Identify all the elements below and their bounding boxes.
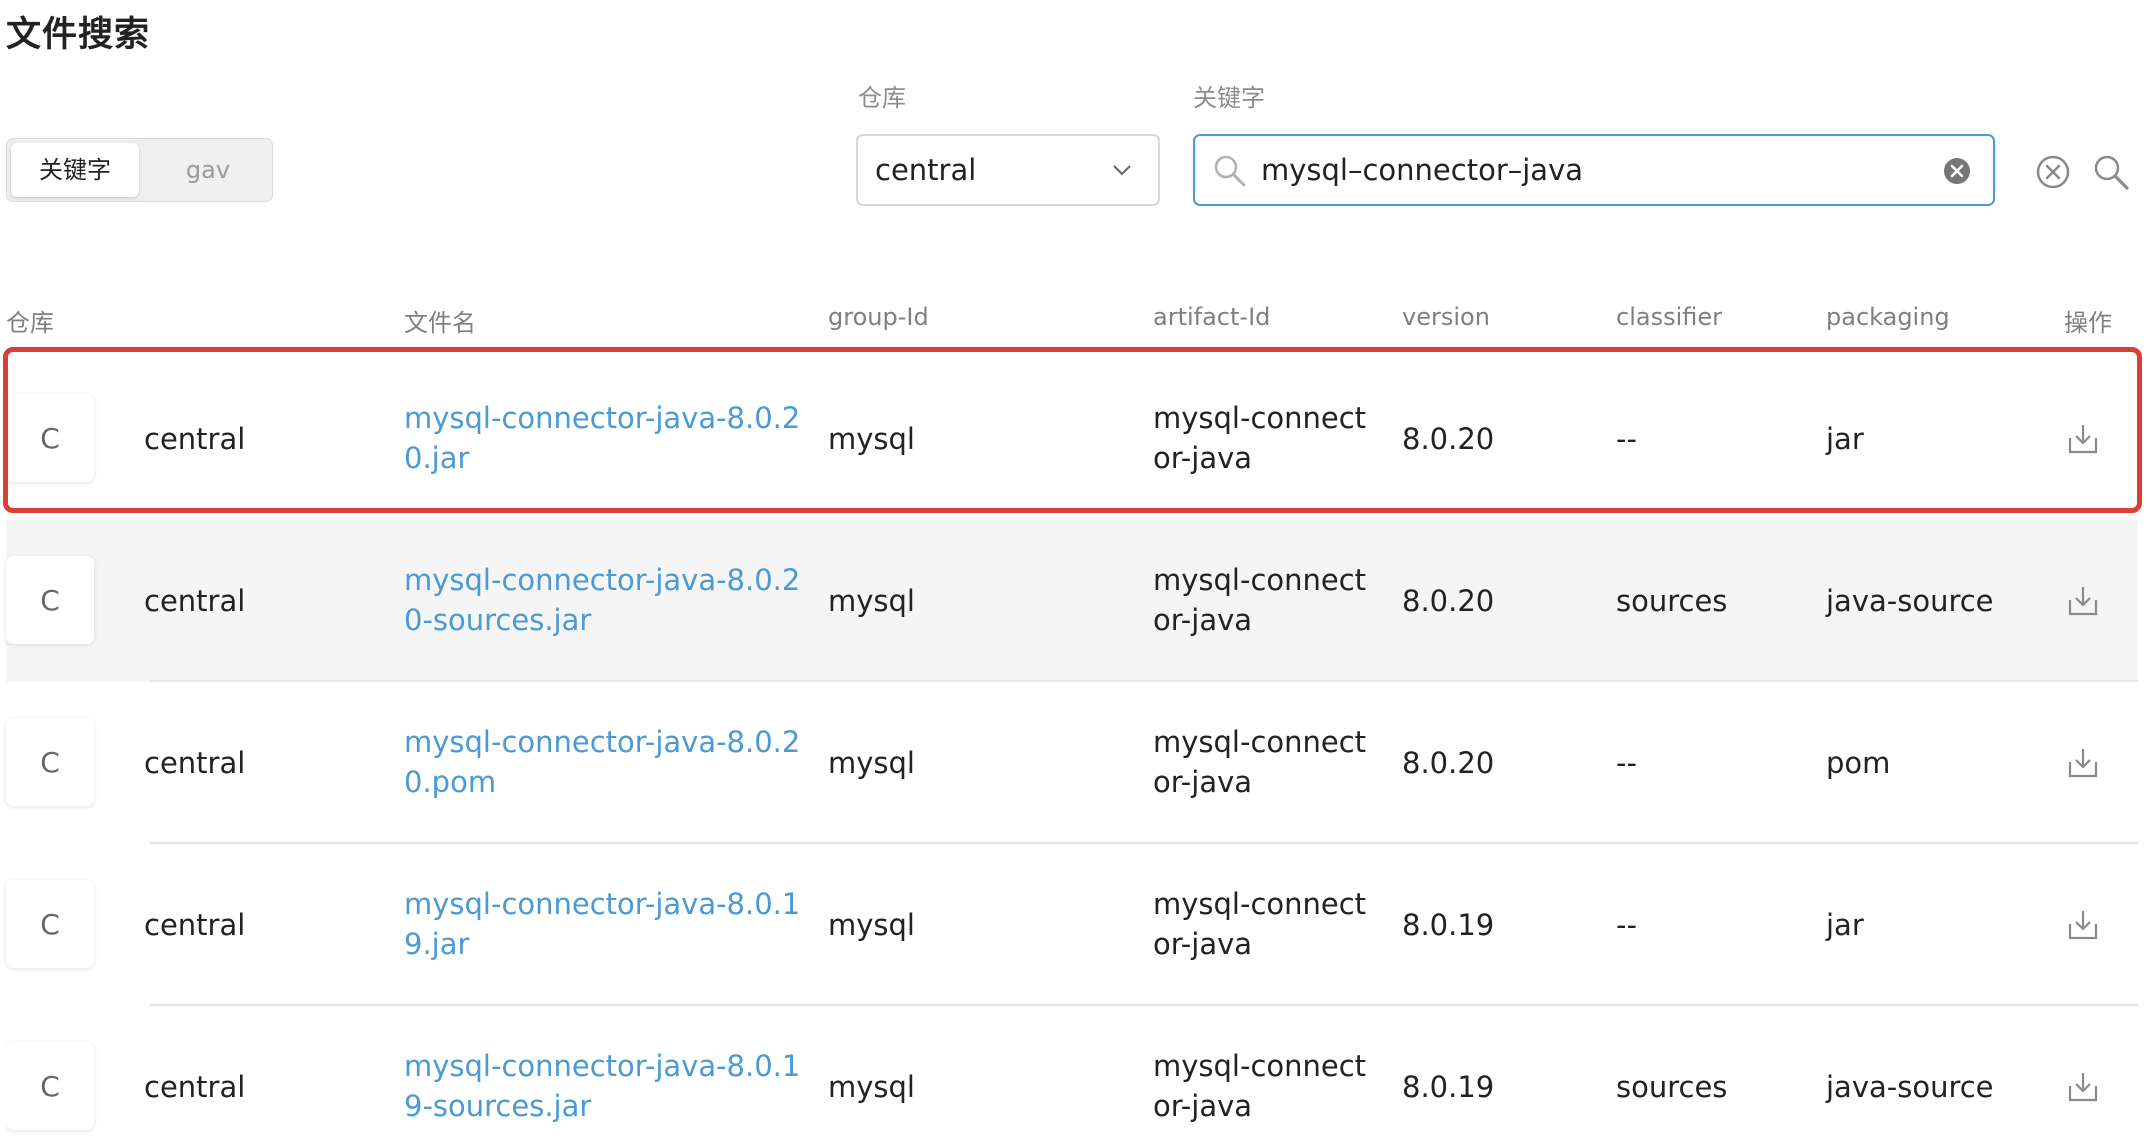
- filename-link[interactable]: mysql-connector-java-8.0.2 0.jar: [404, 398, 800, 478]
- filename-line: 0.pom: [404, 765, 497, 799]
- repo-badge: C: [6, 718, 94, 806]
- artifact-line: or-java: [1153, 927, 1253, 961]
- version-cell: 8.0.20: [1402, 422, 1495, 456]
- artifact-line: or-java: [1153, 765, 1253, 799]
- filename-line: 0.jar: [404, 441, 470, 475]
- filename-link[interactable]: mysql-connector-java-8.0.2 0.pom: [404, 722, 800, 802]
- artifact-id-cell: mysql-connect or-java: [1153, 722, 1366, 802]
- filename-line: mysql-connector-java-8.0.1: [404, 1049, 801, 1083]
- filename-line: mysql-connector-java-8.0.2: [404, 401, 801, 435]
- filename-line: 9.jar: [404, 927, 470, 961]
- artifact-line: or-java: [1153, 603, 1253, 637]
- page-title: 文件搜索: [6, 15, 151, 55]
- search-icon[interactable]: [2092, 153, 2130, 191]
- mode-gav-tab[interactable]: gav: [147, 143, 269, 197]
- circle-close-icon[interactable]: [2034, 153, 2072, 191]
- mode-keyword-tab[interactable]: 关键字: [11, 143, 139, 197]
- filename-line: 0-sources.jar: [404, 603, 592, 637]
- artifact-line: mysql-connect: [1153, 401, 1367, 435]
- filename-line: mysql-connector-java-8.0.2: [404, 563, 801, 597]
- download-icon[interactable]: [2066, 422, 2100, 456]
- filename-link[interactable]: mysql-connector-java-8.0.1 9.jar: [404, 884, 800, 964]
- repo-select-value: central: [875, 153, 977, 187]
- version-cell: 8.0.19: [1402, 908, 1495, 942]
- artifact-line: mysql-connect: [1153, 887, 1367, 921]
- download-icon[interactable]: [2066, 584, 2100, 618]
- header-artifact-id: artifact-Id: [1153, 303, 1271, 331]
- artifact-line: mysql-connect: [1153, 1049, 1367, 1083]
- classifier-cell: sources: [1616, 584, 1728, 618]
- artifact-line: mysql-connect: [1153, 725, 1367, 759]
- repo-badge: C: [6, 556, 94, 644]
- filename-link[interactable]: mysql-connector-java-8.0.1 9-sources.jar: [404, 1046, 800, 1126]
- repo-cell: central: [144, 746, 246, 780]
- repo-badge: C: [6, 880, 94, 968]
- repo-badge: C: [6, 394, 94, 482]
- header-group-id: group-Id: [828, 303, 929, 331]
- table-row[interactable]: C central mysql-connector-java-8.0.2 0.p…: [6, 682, 2138, 844]
- download-icon[interactable]: [2066, 908, 2100, 942]
- artifact-line: or-java: [1153, 1089, 1253, 1123]
- keyword-label: 关键字: [1193, 84, 1265, 112]
- packaging-cell: java-source: [1826, 1070, 1994, 1104]
- classifier-cell: --: [1616, 422, 1637, 456]
- artifact-id-cell: mysql-connect or-java: [1153, 560, 1366, 640]
- filename-link[interactable]: mysql-connector-java-8.0.2 0-sources.jar: [404, 560, 800, 640]
- table-row[interactable]: C central mysql-connector-java-8.0.1 9-s…: [6, 1006, 2138, 1144]
- group-id-cell: mysql: [828, 584, 915, 618]
- header-filename: 文件名: [404, 309, 476, 337]
- group-id-cell: mysql: [828, 1070, 915, 1104]
- classifier-cell: sources: [1616, 1070, 1728, 1104]
- version-cell: 8.0.20: [1402, 746, 1495, 780]
- packaging-cell: java-source: [1826, 584, 1994, 618]
- artifact-id-cell: mysql-connect or-java: [1153, 398, 1366, 478]
- classifier-cell: --: [1616, 908, 1637, 942]
- clear-icon[interactable]: [1943, 157, 1971, 185]
- header-repo: 仓库: [6, 309, 54, 337]
- header-version: version: [1402, 303, 1490, 331]
- download-icon[interactable]: [2066, 1070, 2100, 1104]
- table-row[interactable]: C central mysql-connector-java-8.0.2 0.j…: [6, 358, 2138, 520]
- group-id-cell: mysql: [828, 422, 915, 456]
- header-classifier: classifier: [1616, 303, 1722, 331]
- search-icon: [1214, 155, 1246, 187]
- repo-select[interactable]: central: [856, 134, 1160, 206]
- header-actions: 操作: [2064, 309, 2112, 337]
- repo-label: 仓库: [858, 84, 906, 112]
- filename-line: mysql-connector-java-8.0.1: [404, 887, 801, 921]
- version-cell: 8.0.19: [1402, 1070, 1495, 1104]
- classifier-cell: --: [1616, 746, 1637, 780]
- group-id-cell: mysql: [828, 746, 915, 780]
- version-cell: 8.0.20: [1402, 584, 1495, 618]
- table-row[interactable]: C central mysql-connector-java-8.0.1 9.j…: [6, 844, 2138, 1006]
- repo-badge: C: [6, 1042, 94, 1130]
- filename-line: 9-sources.jar: [404, 1089, 592, 1123]
- artifact-line: or-java: [1153, 441, 1253, 475]
- table-row[interactable]: C central mysql-connector-java-8.0.2 0-s…: [6, 520, 2138, 682]
- search-mode-switch: 关键字 gav: [6, 138, 273, 202]
- keyword-search-box: [1193, 134, 1995, 206]
- repo-cell: central: [144, 422, 246, 456]
- header-packaging: packaging: [1826, 303, 1950, 331]
- artifact-id-cell: mysql-connect or-java: [1153, 1046, 1366, 1126]
- group-id-cell: mysql: [828, 908, 915, 942]
- filename-line: mysql-connector-java-8.0.2: [404, 725, 801, 759]
- packaging-cell: jar: [1826, 908, 1864, 942]
- repo-cell: central: [144, 584, 246, 618]
- repo-cell: central: [144, 908, 246, 942]
- artifact-id-cell: mysql-connect or-java: [1153, 884, 1366, 964]
- keyword-search-input[interactable]: [1261, 142, 1901, 198]
- artifact-line: mysql-connect: [1153, 563, 1367, 597]
- download-icon[interactable]: [2066, 746, 2100, 780]
- chevron-down-icon: [1113, 165, 1131, 176]
- packaging-cell: pom: [1826, 746, 1891, 780]
- repo-cell: central: [144, 1070, 246, 1104]
- packaging-cell: jar: [1826, 422, 1864, 456]
